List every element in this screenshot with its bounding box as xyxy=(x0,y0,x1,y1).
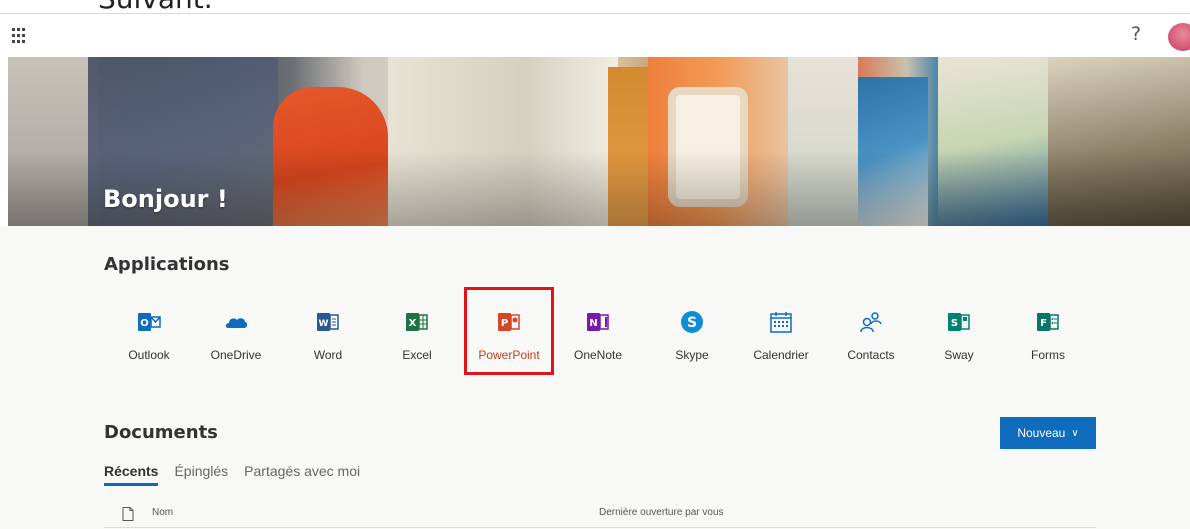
avatar[interactable] xyxy=(1168,23,1190,51)
documents-heading: Documents xyxy=(104,422,218,443)
app-onenote[interactable]: N OneNote xyxy=(558,310,638,362)
outlook-icon: O xyxy=(138,313,161,331)
calendar-icon xyxy=(770,312,792,333)
file-icon xyxy=(122,507,134,521)
svg-text:X: X xyxy=(409,318,417,329)
app-onedrive[interactable]: OneDrive xyxy=(196,310,276,362)
tab-partages[interactable]: Partagés avec moi xyxy=(244,463,360,486)
app-label: Sway xyxy=(944,348,974,362)
svg-text:N: N xyxy=(589,318,597,329)
app-label: Word xyxy=(313,348,343,362)
onedrive-icon xyxy=(225,318,248,328)
hero-banner: Bonjour ! xyxy=(8,57,1190,226)
new-button-label: Nouveau xyxy=(1017,426,1066,440)
app-outlook[interactable]: O Outlook xyxy=(109,310,189,362)
contacts-icon xyxy=(860,312,882,333)
powerpoint-highlight-box xyxy=(464,287,554,375)
onenote-icon: N xyxy=(587,313,609,331)
svg-text:W: W xyxy=(319,319,329,329)
app-label: OneDrive xyxy=(210,348,262,362)
app-forms[interactable]: F Forms xyxy=(1008,310,1088,362)
main-content: Applications O Outlook OneDrive W Word X… xyxy=(0,226,1190,529)
app-word[interactable]: W Word xyxy=(288,310,368,362)
svg-text:S: S xyxy=(687,315,697,331)
app-label: Outlook xyxy=(128,348,170,362)
help-icon[interactable]: ? xyxy=(1131,23,1141,45)
new-document-button[interactable]: Nouveau ∨ xyxy=(1000,417,1096,449)
app-calendrier[interactable]: Calendrier xyxy=(741,310,821,362)
column-header-last-opened[interactable]: Dernière ouverture par vous xyxy=(599,507,724,518)
app-skype[interactable]: S Skype xyxy=(652,310,732,362)
forms-icon: F xyxy=(1037,313,1059,331)
app-excel[interactable]: X Excel xyxy=(377,310,457,362)
sway-icon: S xyxy=(948,313,970,331)
svg-text:O: O xyxy=(140,318,149,329)
app-contacts[interactable]: Contacts xyxy=(831,310,911,362)
app-label: Forms xyxy=(1031,348,1065,362)
app-label: Skype xyxy=(675,348,709,362)
greeting-title: Bonjour ! xyxy=(103,185,228,213)
word-icon: W xyxy=(317,313,339,331)
tab-epingles[interactable]: Épinglés xyxy=(174,463,228,486)
app-label: Excel xyxy=(402,348,432,362)
excel-icon: X xyxy=(406,313,428,331)
column-header-name[interactable]: Nom xyxy=(152,507,173,518)
documents-table-header: Nom Dernière ouverture par vous xyxy=(104,506,1096,528)
skype-icon: S xyxy=(681,311,703,333)
app-launcher-icon[interactable] xyxy=(12,28,28,44)
applications-heading: Applications xyxy=(104,254,230,275)
documents-tabs: Récents Épinglés Partagés avec moi xyxy=(104,463,376,486)
svg-text:F: F xyxy=(1040,318,1047,329)
app-label: Contacts xyxy=(847,348,895,362)
chevron-down-icon: ∨ xyxy=(1071,427,1079,439)
svg-text:S: S xyxy=(951,318,958,329)
app-label: Calendrier xyxy=(753,348,809,362)
tab-recents[interactable]: Récents xyxy=(104,463,159,486)
app-label: OneNote xyxy=(573,348,623,362)
header-bar: ? xyxy=(0,14,1190,57)
app-sway[interactable]: S Sway xyxy=(919,310,999,362)
